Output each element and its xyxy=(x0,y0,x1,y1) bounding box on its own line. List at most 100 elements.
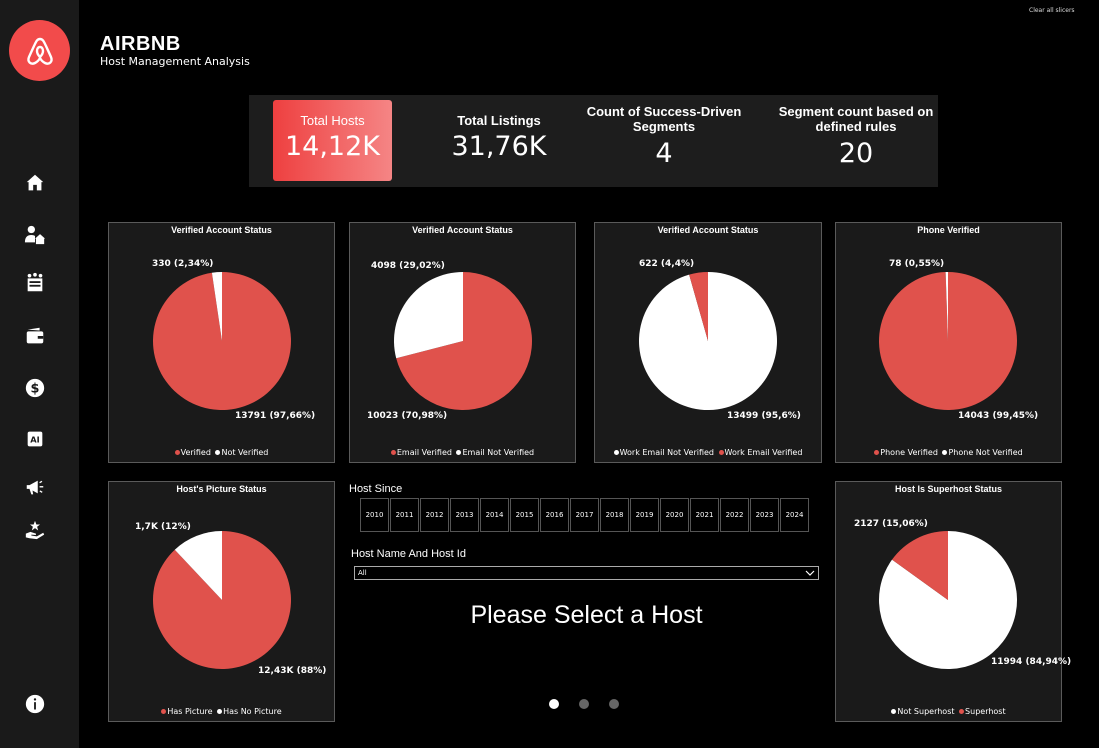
chart-phone-verified: Phone Verified 78 (0,55%) 14043 (99,45%)… xyxy=(835,222,1062,463)
kpi-success-segments[interactable]: Count of Success-Driven Segments 4 xyxy=(584,95,744,187)
chart-email-verified: Verified Account Status 4098 (29,02%) 10… xyxy=(349,222,576,463)
chevron-down-icon xyxy=(805,570,815,576)
kpi-label: Total Listings xyxy=(457,113,541,128)
kpi-total-hosts[interactable]: Total Hosts 14,12K xyxy=(273,95,392,187)
year-button-2011[interactable]: 2011 xyxy=(390,498,419,532)
kpi-value: 31,76K xyxy=(451,131,547,162)
legend-dot xyxy=(959,708,965,714)
legend-item[interactable]: Has Picture xyxy=(161,707,213,716)
legend-item[interactable]: Verified xyxy=(174,448,211,457)
chart-superhost: Host Is Superhost Status 2127 (15,06%) 1… xyxy=(835,481,1071,722)
legend-item[interactable]: Phone Verified xyxy=(874,448,938,457)
sidebar: $ AI xyxy=(0,0,79,748)
data-label: 10023 (70,98%) xyxy=(367,411,448,421)
legend-dot xyxy=(215,449,221,455)
legend-dot xyxy=(174,449,180,455)
year-button-2024[interactable]: 2024 xyxy=(780,498,809,532)
legend-dot xyxy=(942,449,948,455)
kpi-panel: Total Hosts 14,12K Total Listings 31,76K… xyxy=(249,95,938,187)
nav-wallet[interactable] xyxy=(22,323,48,349)
ai-icon: AI xyxy=(27,431,43,447)
legend-label: Not Verified xyxy=(221,448,269,457)
legend-item[interactable]: Phone Not Verified xyxy=(942,448,1023,457)
nav-marketing[interactable] xyxy=(22,474,48,500)
legend-item[interactable]: Has No Picture xyxy=(217,707,282,716)
year-button-2019[interactable]: 2019 xyxy=(630,498,659,532)
legend-dot xyxy=(161,708,167,714)
data-label-email-not-verified: 4098 (29,02%) xyxy=(371,261,445,271)
legend-item[interactable]: Work Email Not Verified xyxy=(613,448,714,457)
legend-item[interactable]: Work Email Verified xyxy=(718,448,802,457)
page-dot-3[interactable] xyxy=(609,699,619,709)
home-icon xyxy=(26,174,44,191)
year-button-2010[interactable]: 2010 xyxy=(360,498,389,532)
year-button-2020[interactable]: 2020 xyxy=(660,498,689,532)
pie-chart xyxy=(879,272,1018,410)
year-button-2018[interactable]: 2018 xyxy=(600,498,629,532)
pie-slice-phone-verified[interactable] xyxy=(879,272,1018,410)
page-title: AIRBNB xyxy=(100,33,181,55)
year-button-2017[interactable]: 2017 xyxy=(570,498,599,532)
dollar-icon: $ xyxy=(25,378,45,398)
year-button-2014[interactable]: 2014 xyxy=(480,498,509,532)
chart-legend: Email Verified Email Not Verified xyxy=(350,448,575,457)
nav-pricing[interactable]: $ xyxy=(22,375,48,401)
year-button-2023[interactable]: 2023 xyxy=(750,498,779,532)
wallet-icon xyxy=(26,327,44,344)
megaphone-icon xyxy=(26,480,44,495)
pie-chart xyxy=(639,272,777,410)
legend-label: Email Not Verified xyxy=(462,448,535,457)
legend-dot xyxy=(891,708,897,714)
year-button-2022[interactable]: 2022 xyxy=(720,498,749,532)
chart-legend: Not Superhost Superhost xyxy=(836,707,1061,716)
year-button-2021[interactable]: 2021 xyxy=(690,498,719,532)
nav-info[interactable] xyxy=(22,691,48,717)
page-dot-2[interactable] xyxy=(579,699,589,709)
select-host-message: Please Select a Host xyxy=(470,601,703,629)
legend-label: Phone Not Verified xyxy=(948,448,1023,457)
svg-text:AI: AI xyxy=(30,435,39,445)
amenities-icon xyxy=(27,272,43,292)
legend-item[interactable]: Not Superhost xyxy=(891,707,955,716)
legend-label: Has Picture xyxy=(167,707,213,716)
year-button-2016[interactable]: 2016 xyxy=(540,498,569,532)
legend-item[interactable]: Email Verified xyxy=(390,448,452,457)
host-since-year-slicer: 2010 2011 2012 2013 2014 2015 2016 2017 2018 2019… xyxy=(360,498,810,532)
clear-all-slicers-button[interactable]: Clear all slicers xyxy=(1029,7,1075,14)
year-button-2013[interactable]: 2013 xyxy=(450,498,479,532)
year-button-2015[interactable]: 2015 xyxy=(510,498,539,532)
data-label: 13791 (97,66%) xyxy=(235,411,316,421)
legend-item[interactable]: Email Not Verified xyxy=(456,448,534,457)
chart-legend: Verified Not Verified xyxy=(109,448,334,457)
airbnb-logo[interactable] xyxy=(9,20,70,81)
legend-dot xyxy=(390,449,396,455)
nav-hosts[interactable] xyxy=(22,222,48,248)
data-label: 78 (0,55%) xyxy=(889,259,945,269)
kpi-segment-count[interactable]: Segment count based on defined rules 20 xyxy=(774,95,938,187)
legend-item[interactable]: Not Verified xyxy=(215,448,268,457)
year-button-2012[interactable]: 2012 xyxy=(420,498,449,532)
page-subtitle: Host Management Analysis xyxy=(100,55,250,68)
nav-amenities[interactable] xyxy=(22,270,48,296)
svg-text:$: $ xyxy=(31,382,40,397)
nav-home[interactable] xyxy=(22,170,48,196)
star-hand-icon xyxy=(25,520,45,540)
kpi-label: Segment count based on defined rules xyxy=(778,104,934,134)
legend-label: Phone Verified xyxy=(880,448,938,457)
legend-item[interactable]: Superhost xyxy=(959,707,1006,716)
data-label: 622 (4,4%) xyxy=(639,259,695,269)
data-label: 330 (2,34%) xyxy=(152,259,214,269)
kpi-total-listings[interactable]: Total Listings 31,76K xyxy=(429,95,569,187)
host-name-dropdown[interactable]: All xyxy=(354,566,819,580)
chart-verified-account: Verified Account Status 330 (2,34%) 1379… xyxy=(108,222,335,463)
legend-dot xyxy=(874,449,880,455)
legend-dot xyxy=(217,708,223,714)
page-dot-1[interactable] xyxy=(549,699,559,709)
host-name-label: Host Name And Host Id xyxy=(351,548,466,560)
nav-ai[interactable]: AI xyxy=(22,426,48,452)
pie-chart xyxy=(153,272,291,410)
data-label-not-superhost: 11994 (84,94%) xyxy=(991,657,1072,667)
data-label: 13499 (95,6%) xyxy=(727,411,801,421)
kpi-value: 20 xyxy=(838,138,874,169)
nav-reviews[interactable] xyxy=(22,517,48,543)
